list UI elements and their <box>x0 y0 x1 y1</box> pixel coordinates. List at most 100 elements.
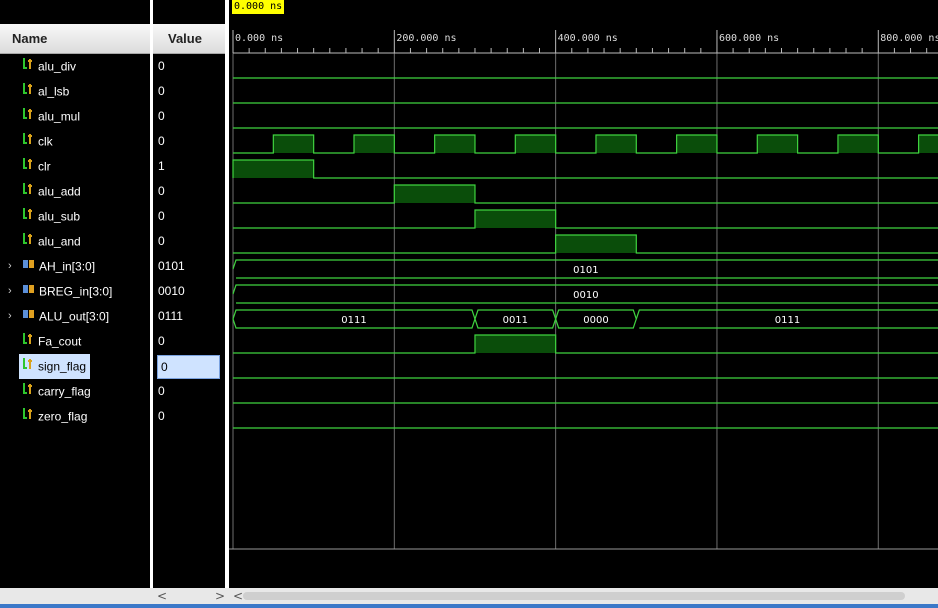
bus-value-label: 0010 <box>573 290 598 301</box>
signal-name-row[interactable]: alu_mul <box>22 104 80 129</box>
waveform-canvas[interactable]: 0.000 ns 200.000 ns 400.000 ns 600.000 ns 80… <box>229 0 938 590</box>
waveform-high-pulse <box>676 135 717 153</box>
signal-name-label: sign_flag <box>38 359 87 374</box>
signal-value-cell[interactable]: 1 <box>158 154 165 179</box>
waveform-high-pulse <box>233 160 314 178</box>
signal-value-cell[interactable]: 0 <box>158 104 165 129</box>
signal-name-row[interactable]: al_lsb <box>22 79 69 104</box>
name-scroll-right-arrow[interactable]: > <box>215 588 225 604</box>
signal-name-row[interactable]: › ALU_out[3:0] <box>8 304 110 329</box>
signal-name-label: BREG_in[3:0] <box>39 284 113 299</box>
horizontal-scrollbar-thumb[interactable] <box>243 592 905 600</box>
waveform-high-pulse <box>918 135 938 153</box>
bus-signal-icon <box>22 279 35 304</box>
name-scroll-left-arrow[interactable]: < <box>157 588 167 604</box>
bit-signal-icon <box>22 379 34 404</box>
signal-name-row[interactable]: › AH_in[3:0] <box>8 254 96 279</box>
signal-name-label: clk <box>38 134 53 149</box>
waveform-high-pulse <box>434 135 475 153</box>
bit-signal-icon <box>22 79 34 104</box>
signal-name-row[interactable]: Fa_cout <box>22 329 81 354</box>
waveform-trace-alu-sub <box>233 209 938 229</box>
waveform-area[interactable]: 0.000 ns 200.000 ns 400.000 ns 600.000 ns 80… <box>229 0 938 590</box>
bit-signal-icon <box>22 179 34 204</box>
waveform-trace-alu-add <box>233 184 938 204</box>
waveform-high-pulse <box>474 335 556 353</box>
scrollbar-area: < > < <box>0 588 938 604</box>
signal-name-label: Fa_cout <box>38 334 82 349</box>
expand-chevron-icon[interactable]: › <box>8 304 12 329</box>
window-bottom-edge <box>0 604 938 608</box>
bit-signal-icon <box>22 129 34 154</box>
bus-value-label: 0101 <box>573 265 598 276</box>
expand-chevron-icon[interactable]: › <box>8 279 12 304</box>
signal-value-cell[interactable]: 0010 <box>158 279 185 304</box>
signal-name-label: al_lsb <box>38 84 70 99</box>
signal-value-cell[interactable]: 0 <box>158 229 165 254</box>
signal-name-row[interactable]: clk <box>22 129 53 154</box>
name-pane: Name alu_div al_lsb alu_mulclk clr alu_addal… <box>0 0 150 590</box>
signal-value-cell[interactable]: 0111 <box>158 304 183 329</box>
signal-name-label: alu_add <box>38 184 81 199</box>
time-tick-label: 800.000 ns <box>880 33 938 44</box>
signal-value-cell[interactable]: 0 <box>158 79 165 104</box>
signal-name-label: AH_in[3:0] <box>39 259 96 274</box>
waveform-high-pulse <box>273 135 314 153</box>
signal-value-cell[interactable]: 0 <box>158 329 165 354</box>
signal-name-label: ALU_out[3:0] <box>39 309 110 324</box>
bit-signal-icon <box>22 204 34 229</box>
value-column-header[interactable]: Value <box>153 24 225 54</box>
signal-value-cell[interactable]: 0 <box>158 404 165 429</box>
bit-signal-icon <box>22 404 34 429</box>
signal-value-cell[interactable]: 0 <box>158 204 165 229</box>
signal-name-label: alu_and <box>38 234 81 249</box>
bus-signal-icon <box>22 304 35 329</box>
signal-name-row[interactable]: zero_flag <box>22 404 87 429</box>
expand-chevron-icon[interactable]: › <box>8 254 12 279</box>
bit-signal-icon <box>22 354 34 379</box>
bus-value-label: 0000 <box>583 315 608 326</box>
time-tick-label: 400.000 ns <box>558 33 618 44</box>
waveform-high-pulse <box>515 135 556 153</box>
time-tick-label: 0.000 ns <box>235 33 283 44</box>
bus-value-label: 0111 <box>775 315 800 326</box>
bus-value-label: 0111 <box>341 315 366 326</box>
signal-value-cell[interactable]: 0 <box>157 355 220 379</box>
signal-name-label: alu_mul <box>38 109 81 124</box>
signal-name-label: alu_div <box>38 59 77 74</box>
signal-name-row[interactable]: carry_flag <box>22 379 91 404</box>
signal-name-row[interactable]: alu_sub <box>22 204 80 229</box>
waveform-high-pulse <box>353 135 395 153</box>
signal-name-row[interactable]: clr <box>22 154 51 179</box>
signal-name-row[interactable]: alu_and <box>22 229 81 254</box>
bus-signal-icon <box>22 254 35 279</box>
signal-name-row[interactable]: sign_flag <box>19 354 91 379</box>
signal-name-row[interactable]: › BREG_in[3:0] <box>8 279 113 304</box>
signal-value-cell[interactable]: 0101 <box>158 254 185 279</box>
bus-value-label: 0011 <box>503 315 528 326</box>
name-column-header[interactable]: Name <box>0 24 150 54</box>
waveform-high-pulse <box>757 135 798 153</box>
waveform-high-pulse <box>394 185 475 203</box>
waveform-trace-clk <box>233 134 938 154</box>
waveform-high-pulse <box>837 135 879 153</box>
cursor-time-label: 0.000 ns <box>232 0 285 14</box>
waveform-high-pulse <box>595 135 637 153</box>
signal-name-row[interactable]: alu_div <box>22 54 76 79</box>
signal-value-cell[interactable]: 0 <box>158 179 165 204</box>
bit-signal-icon <box>22 154 34 179</box>
bit-signal-icon <box>22 329 34 354</box>
wave-scroll-left-arrow[interactable]: < <box>233 588 243 604</box>
signal-value-cell[interactable]: 0 <box>158 379 165 404</box>
signal-name-row[interactable]: alu_add <box>22 179 81 204</box>
waveform-trace-fa-cout <box>233 334 938 354</box>
bit-signal-icon <box>22 104 34 129</box>
waveform-high-pulse <box>474 210 556 228</box>
signal-value-cell[interactable]: 0 <box>158 54 165 79</box>
signal-name-label: alu_sub <box>38 209 81 224</box>
waveform-high-pulse <box>555 235 637 253</box>
signal-value-cell[interactable]: 0 <box>158 129 165 154</box>
bit-signal-icon <box>22 54 34 79</box>
time-tick-label: 200.000 ns <box>396 33 456 44</box>
signal-name-label: zero_flag <box>38 409 88 424</box>
